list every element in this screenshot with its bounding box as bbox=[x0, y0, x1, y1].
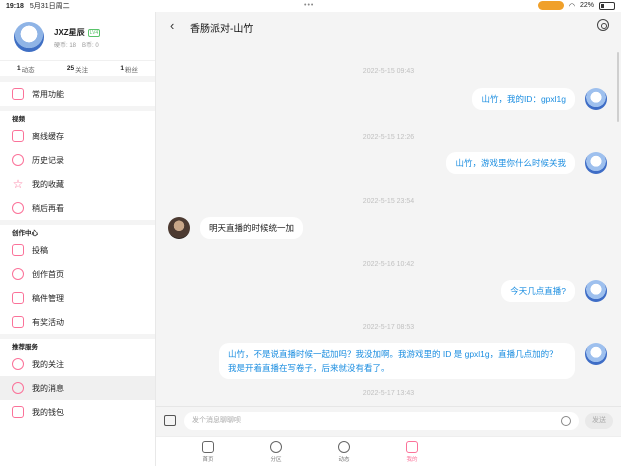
stat-following[interactable]: 25 关注 bbox=[52, 61, 104, 76]
watch-later-icon bbox=[12, 202, 24, 214]
timestamp: 2022-5-16 10:42 bbox=[362, 261, 415, 268]
menu-manuscript-manage[interactable]: 稿件管理 bbox=[0, 286, 155, 310]
timestamp: 2022-5-15 12:26 bbox=[362, 134, 415, 141]
nav-mine[interactable]: 我的 bbox=[392, 441, 432, 463]
profile-card[interactable]: JXZ星辰 LV4 硬币: 18 B币: 0 bbox=[0, 12, 155, 60]
scrollbar[interactable] bbox=[617, 52, 619, 122]
message-bubble[interactable]: 山竹，不是说直播时候一起加吗？我没加啊。我游戏里的 ID 是 gpxl1g，直播… bbox=[219, 343, 575, 379]
tv-icon bbox=[406, 441, 418, 453]
message-bubble[interactable]: 山竹，游戏里你什么时候关我 bbox=[446, 152, 575, 174]
home-icon bbox=[202, 441, 214, 453]
message-me: 今天几点直播? bbox=[501, 280, 607, 302]
flag-icon bbox=[12, 316, 24, 328]
message-icon bbox=[12, 382, 24, 394]
menu-my-messages[interactable]: 我的消息 bbox=[0, 376, 155, 400]
timestamp: 2022-5-15 09:43 bbox=[362, 68, 415, 75]
history-icon bbox=[12, 154, 24, 166]
menu-prize-events[interactable]: 有奖活动 bbox=[0, 310, 155, 334]
level-badge: LV4 bbox=[87, 28, 101, 37]
username: JXZ星辰 bbox=[54, 28, 85, 37]
menu-my-wallet[interactable]: 我的钱包 bbox=[0, 400, 155, 424]
category-icon bbox=[270, 441, 282, 453]
timestamp: 2022-5-17 13:43 bbox=[362, 390, 415, 397]
message-me: 山竹，游戏里你什么时候关我 bbox=[446, 152, 607, 174]
timestamp: 2022-5-15 23:54 bbox=[362, 198, 415, 205]
nav-category[interactable]: 分区 bbox=[256, 441, 296, 463]
send-button[interactable]: 发送 bbox=[585, 413, 613, 429]
section-video: 视频 bbox=[0, 106, 155, 124]
nav-dynamic[interactable]: 动态 bbox=[324, 441, 364, 463]
status-time: 19:18 bbox=[6, 2, 24, 10]
settings-icon[interactable] bbox=[597, 19, 609, 31]
battery-percent: 22% bbox=[579, 2, 594, 9]
wifi-icon: ◠ bbox=[568, 2, 575, 10]
menu-my-follows[interactable]: 我的关注 bbox=[0, 352, 155, 376]
bulb-icon bbox=[12, 268, 24, 280]
message-me: 山竹，我的ID：gpxl1g bbox=[472, 88, 607, 110]
menu-offline-cache[interactable]: 离线缓存 bbox=[0, 124, 155, 148]
status-date: 5月31日周二 bbox=[29, 3, 70, 10]
orange-indicator-icon bbox=[537, 1, 564, 10]
timestamp: 2022-5-17 08:53 bbox=[362, 324, 415, 331]
chat-title: 香肠派对-山竹 bbox=[190, 24, 254, 35]
menu-upload[interactable]: 投稿 bbox=[0, 238, 155, 262]
sidebar: JXZ星辰 LV4 硬币: 18 B币: 0 1 动态 25 关注 1 粉丝 常用功能… bbox=[0, 12, 156, 466]
message-me: 山竹，不是说直播时候一起加吗？我没加啊。我游戏里的 ID 是 gpxl1g，直播… bbox=[219, 343, 607, 379]
bottom-nav: 首页 分区 动态 我的 bbox=[156, 436, 621, 466]
menu-creator-home[interactable]: 创作首页 bbox=[0, 262, 155, 286]
stat-fans[interactable]: 1 粉丝 bbox=[103, 61, 155, 76]
avatar[interactable] bbox=[585, 280, 607, 302]
image-icon[interactable] bbox=[164, 415, 176, 426]
avatar[interactable] bbox=[585, 152, 607, 174]
username-row: JXZ星辰 LV4 bbox=[54, 27, 101, 38]
emoji-icon[interactable] bbox=[561, 416, 571, 426]
star-icon: ☆ bbox=[12, 177, 24, 191]
status-bar: 19:18 5月31日周二 ••• ◠ 22% bbox=[0, 0, 621, 12]
toolbox-icon bbox=[12, 88, 24, 100]
menu-history[interactable]: 历史记录 bbox=[0, 148, 155, 172]
section-creation: 创作中心 bbox=[0, 220, 155, 238]
message-other: 明天直播的时候统一加 bbox=[168, 217, 304, 239]
coins: 硬币: 18 bbox=[54, 43, 77, 49]
message-bubble[interactable]: 山竹，我的ID：gpxl1g bbox=[472, 88, 575, 110]
avatar[interactable] bbox=[14, 22, 44, 52]
menu-watch-later[interactable]: 稍后再看 bbox=[0, 196, 155, 220]
nav-home[interactable]: 首页 bbox=[188, 441, 228, 463]
coins-row: 硬币: 18 B币: 0 bbox=[54, 40, 99, 49]
person-icon bbox=[12, 358, 24, 370]
message-bubble[interactable]: 明天直播的时候统一加 bbox=[200, 217, 304, 239]
message-bubble[interactable]: 今天几点直播? bbox=[501, 280, 575, 302]
back-icon[interactable]: ‹ bbox=[170, 18, 174, 33]
avatar[interactable] bbox=[168, 217, 190, 239]
stat-dynamics[interactable]: 1 动态 bbox=[0, 61, 52, 76]
wallet-icon bbox=[12, 406, 24, 418]
battery-icon bbox=[599, 1, 615, 10]
bcoins: B币: 0 bbox=[82, 43, 99, 49]
stats-row: 1 动态 25 关注 1 粉丝 bbox=[0, 60, 155, 82]
avatar[interactable] bbox=[585, 343, 607, 365]
section-services: 推荐服务 bbox=[0, 334, 155, 352]
menu-common-functions[interactable]: 常用功能 bbox=[0, 82, 155, 106]
avatar[interactable] bbox=[585, 88, 607, 110]
document-icon bbox=[12, 292, 24, 304]
message-input[interactable]: 发个消息聊聊呗 bbox=[184, 412, 579, 430]
upload-icon bbox=[12, 244, 24, 256]
multitask-dots[interactable]: ••• bbox=[304, 2, 314, 9]
input-bar: 发个消息聊聊呗 发送 bbox=[156, 406, 621, 436]
chat-panel: ‹ 香肠派对-山竹 2022-5-15 09:43 山竹，我的ID：gpxl1g… bbox=[156, 12, 621, 436]
download-icon bbox=[12, 130, 24, 142]
chat-header: ‹ 香肠派对-山竹 bbox=[156, 12, 621, 40]
pinwheel-icon bbox=[338, 441, 350, 453]
menu-favorites[interactable]: ☆ 我的收藏 bbox=[0, 172, 155, 196]
